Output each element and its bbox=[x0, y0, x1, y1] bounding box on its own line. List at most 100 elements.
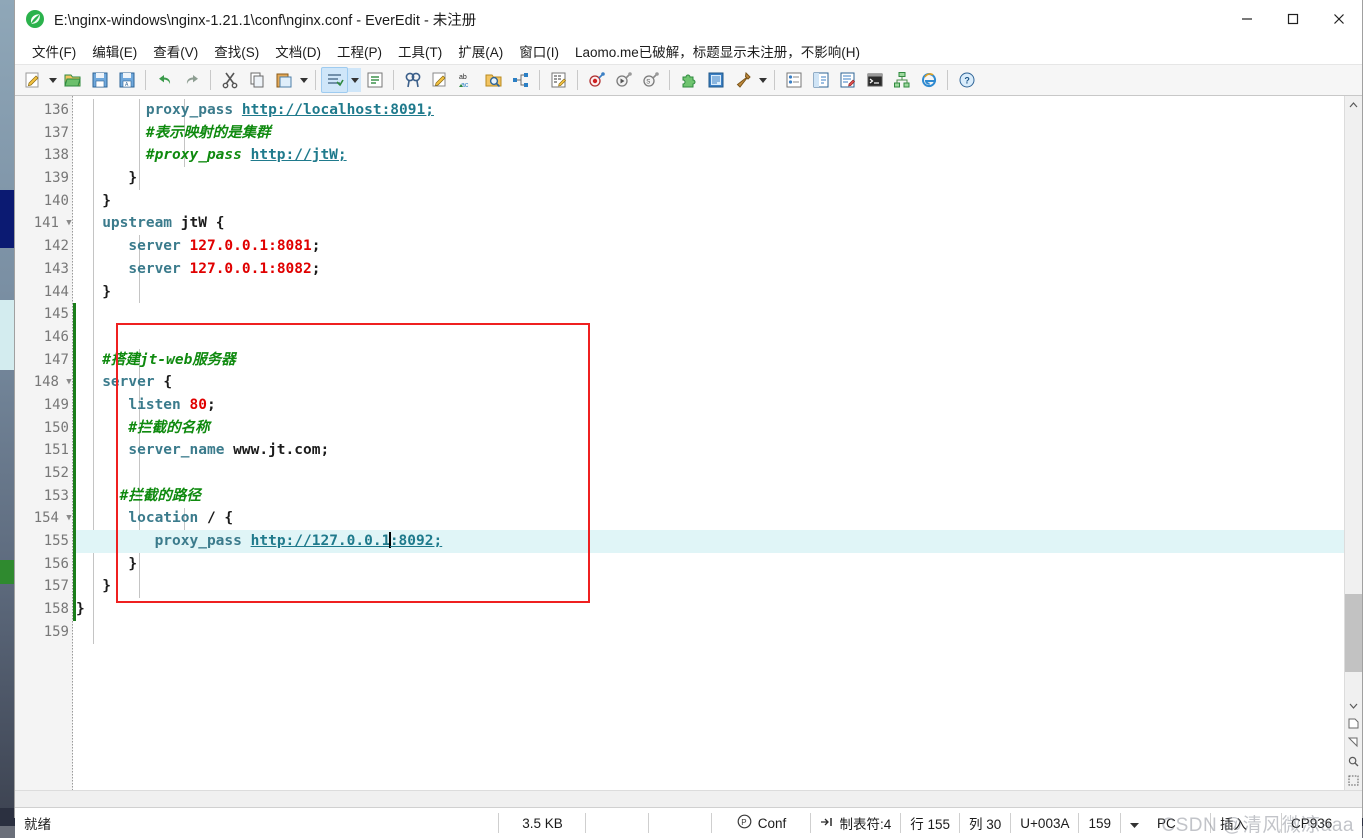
explorer-panel-icon[interactable] bbox=[807, 67, 834, 93]
vertical-scrollbar[interactable] bbox=[1344, 96, 1362, 790]
build-tool-dropdown-icon[interactable] bbox=[756, 68, 769, 92]
cut-icon[interactable] bbox=[216, 67, 243, 93]
copy-icon[interactable] bbox=[243, 67, 270, 93]
new-file-icon[interactable] bbox=[19, 67, 46, 93]
code-text-area[interactable]: proxy_pass http://localhost:8091; #表示映射的… bbox=[76, 96, 1344, 790]
scroll-select-icon[interactable] bbox=[1345, 771, 1362, 790]
sort-abc-icon[interactable]: ab ac bbox=[453, 67, 480, 93]
code-line[interactable] bbox=[76, 303, 1344, 326]
code-line[interactable]: proxy_pass http://127.0.0.1:8092; bbox=[76, 530, 1344, 553]
code-line[interactable]: } bbox=[76, 281, 1344, 304]
help-icon[interactable]: ? bbox=[953, 67, 980, 93]
document-icon[interactable] bbox=[702, 67, 729, 93]
line-number: 141 ▼ bbox=[15, 212, 73, 235]
scroll-down-arrow-icon[interactable] bbox=[1345, 697, 1362, 714]
scroll-bookmark-icon[interactable] bbox=[1345, 733, 1362, 752]
hscroll-track[interactable] bbox=[15, 791, 1362, 807]
scroll-search-icon[interactable] bbox=[1345, 752, 1362, 771]
maximize-button[interactable] bbox=[1270, 0, 1316, 38]
status-tab-width[interactable]: 制表符:4 bbox=[811, 808, 900, 838]
svg-text:P: P bbox=[741, 818, 746, 827]
code-token: #拦截的路径 bbox=[119, 487, 201, 504]
minimize-button[interactable] bbox=[1224, 0, 1270, 38]
menu-item-project[interactable]: 工程(P) bbox=[329, 38, 390, 64]
code-line[interactable]: location / { bbox=[76, 507, 1344, 530]
editor-area[interactable]: 136 137 138 139 140 141 ▼ 142 143 144 145 146 147 148… bbox=[15, 96, 1362, 790]
outline-panel-icon[interactable] bbox=[780, 67, 807, 93]
menu-item-file[interactable]: 文件(F) bbox=[24, 38, 84, 64]
horizontal-scrollbar[interactable] bbox=[15, 790, 1362, 807]
paste-icon[interactable] bbox=[270, 67, 297, 93]
menu-item-document[interactable]: 文档(D) bbox=[267, 38, 329, 64]
code-line[interactable] bbox=[76, 621, 1344, 644]
code-line[interactable]: server_name www.jt.com; bbox=[76, 439, 1344, 462]
code-line[interactable]: server 127.0.0.1:8082; bbox=[76, 258, 1344, 281]
format-lines-icon[interactable] bbox=[361, 67, 388, 93]
replace-icon[interactable] bbox=[426, 67, 453, 93]
menu-item-tools[interactable]: 工具(T) bbox=[390, 38, 450, 64]
code-line[interactable] bbox=[76, 462, 1344, 485]
new-file-dropdown-icon[interactable] bbox=[46, 68, 59, 92]
scroll-up-arrow-icon[interactable] bbox=[1345, 96, 1362, 113]
line-number: 157 bbox=[43, 578, 69, 595]
save-icon[interactable] bbox=[86, 67, 113, 93]
macro-manage-icon[interactable]: S bbox=[637, 67, 664, 93]
status-unicode: U+003A bbox=[1020, 815, 1070, 831]
find-icon[interactable] bbox=[399, 67, 426, 93]
menu-item-extension[interactable]: 扩展(A) bbox=[450, 38, 511, 64]
build-tool-icon[interactable] bbox=[729, 67, 756, 93]
status-encoding[interactable]: CP936 bbox=[1282, 808, 1362, 838]
code-line[interactable]: server { bbox=[76, 371, 1344, 394]
scroll-page-icon[interactable] bbox=[1345, 714, 1362, 733]
code-line[interactable]: #搭建jt-web服务器 bbox=[76, 349, 1344, 372]
code-line[interactable]: listen 80; bbox=[76, 394, 1344, 417]
code-token: http://127.0.0.1 bbox=[250, 533, 391, 550]
code-line[interactable]: } bbox=[76, 598, 1344, 621]
code-line[interactable]: } bbox=[76, 553, 1344, 576]
menu-item-view[interactable]: 查看(V) bbox=[145, 38, 206, 64]
paste-dropdown-icon[interactable] bbox=[297, 68, 310, 92]
line-ops-dropdown-icon[interactable] bbox=[348, 68, 361, 92]
find-in-files-icon[interactable] bbox=[480, 67, 507, 93]
code-line[interactable]: server 127.0.0.1:8081; bbox=[76, 235, 1344, 258]
menu-item-edit[interactable]: 编辑(E) bbox=[84, 38, 145, 64]
code-line[interactable]: proxy_pass http://localhost:8091; bbox=[76, 99, 1344, 122]
save-as-icon[interactable]: A bbox=[113, 67, 140, 93]
menu-item-help[interactable]: Laomo.me已破解，标题显示未注册，不影响(H) bbox=[567, 38, 868, 64]
window-title: E:\nginx-windows\nginx-1.21.1\conf\nginx… bbox=[54, 12, 477, 29]
code-line[interactable]: upstream jtW { bbox=[76, 212, 1344, 235]
code-token: server_name bbox=[128, 442, 225, 459]
line-ops-icon[interactable] bbox=[321, 67, 348, 93]
code-line[interactable]: } bbox=[76, 575, 1344, 598]
close-button[interactable] bbox=[1316, 0, 1362, 38]
line-number: 144 bbox=[43, 283, 69, 300]
scrollbar-thumb[interactable] bbox=[1345, 594, 1362, 672]
status-insert-mode[interactable]: 插入 bbox=[1211, 808, 1281, 838]
clipboard-panel-icon[interactable] bbox=[834, 67, 861, 93]
menu-item-search[interactable]: 查找(S) bbox=[206, 38, 267, 64]
browser-icon[interactable] bbox=[915, 67, 942, 93]
code-line[interactable]: #拦截的路径 bbox=[76, 485, 1344, 508]
code-line[interactable]: } bbox=[76, 167, 1344, 190]
redo-icon[interactable] bbox=[178, 67, 205, 93]
status-dropdown[interactable] bbox=[1121, 808, 1148, 838]
code-line[interactable]: #proxy_pass http://jtW; bbox=[76, 144, 1344, 167]
plugin-icon[interactable] bbox=[675, 67, 702, 93]
code-line[interactable]: #表示映射的是集群 bbox=[76, 122, 1344, 145]
play-macro-icon[interactable] bbox=[610, 67, 637, 93]
undo-icon[interactable] bbox=[151, 67, 178, 93]
line-number: 136 bbox=[43, 102, 69, 118]
code-line[interactable] bbox=[76, 326, 1344, 349]
sitemap-icon[interactable] bbox=[888, 67, 915, 93]
status-syntax[interactable]: P Conf bbox=[712, 808, 810, 838]
code-line[interactable]: } bbox=[76, 190, 1344, 213]
console-panel-icon[interactable] bbox=[861, 67, 888, 93]
code-line[interactable]: #拦截的名称 bbox=[76, 417, 1344, 440]
menu-item-window[interactable]: 窗口(I) bbox=[511, 38, 567, 64]
compare-icon[interactable] bbox=[545, 67, 572, 93]
record-macro-icon[interactable] bbox=[583, 67, 610, 93]
jump-icon[interactable] bbox=[507, 67, 534, 93]
open-file-icon[interactable] bbox=[59, 67, 86, 93]
